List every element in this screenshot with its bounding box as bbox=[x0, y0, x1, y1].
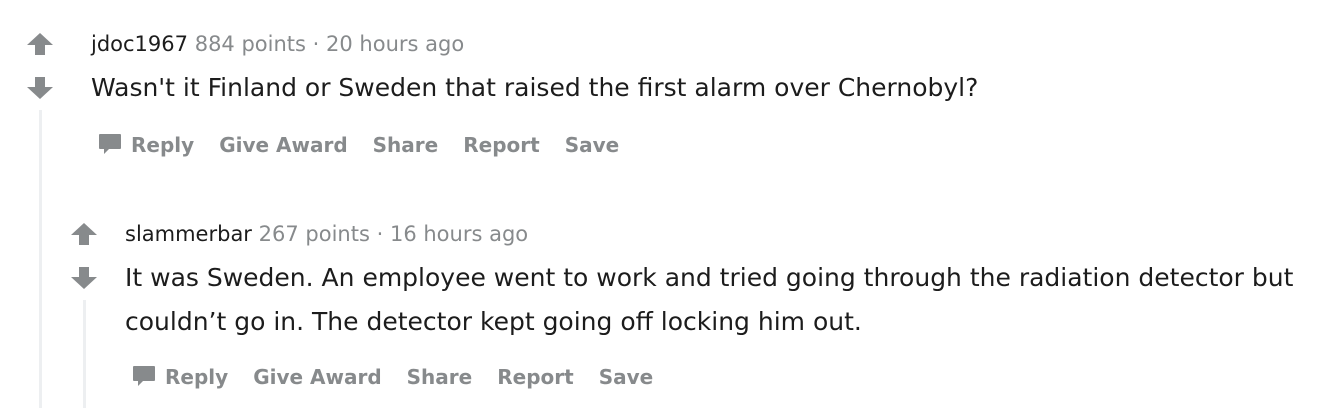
meta-separator: · bbox=[376, 222, 384, 246]
vote-column bbox=[70, 222, 98, 302]
comment-slammerbar: slammerbar 267 points · 16 hours ago It … bbox=[0, 0, 1340, 408]
thread-line[interactable] bbox=[83, 300, 86, 408]
upvote-button[interactable] bbox=[70, 222, 98, 246]
comment-points: 267 points bbox=[258, 222, 370, 246]
upvote-arrow-icon bbox=[70, 222, 98, 246]
comment-body: It was Sweden. An employee went to work … bbox=[125, 263, 1294, 336]
reply-label: Reply bbox=[165, 365, 229, 389]
share-button[interactable]: Share bbox=[407, 365, 473, 389]
give-award-button[interactable]: Give Award bbox=[253, 365, 381, 389]
save-button[interactable]: Save bbox=[599, 365, 654, 389]
speech-bubble-icon bbox=[131, 364, 157, 390]
comment-meta: slammerbar 267 points · 16 hours ago bbox=[125, 220, 528, 248]
reply-button[interactable]: Reply bbox=[131, 364, 228, 390]
downvote-arrow-icon bbox=[70, 266, 98, 290]
comment-actions: Reply Give Award Share Report Save bbox=[131, 364, 678, 390]
comment-timestamp[interactable]: 16 hours ago bbox=[390, 222, 528, 246]
comment-author[interactable]: slammerbar bbox=[125, 222, 252, 246]
downvote-button[interactable] bbox=[70, 266, 98, 290]
report-button[interactable]: Report bbox=[497, 365, 573, 389]
